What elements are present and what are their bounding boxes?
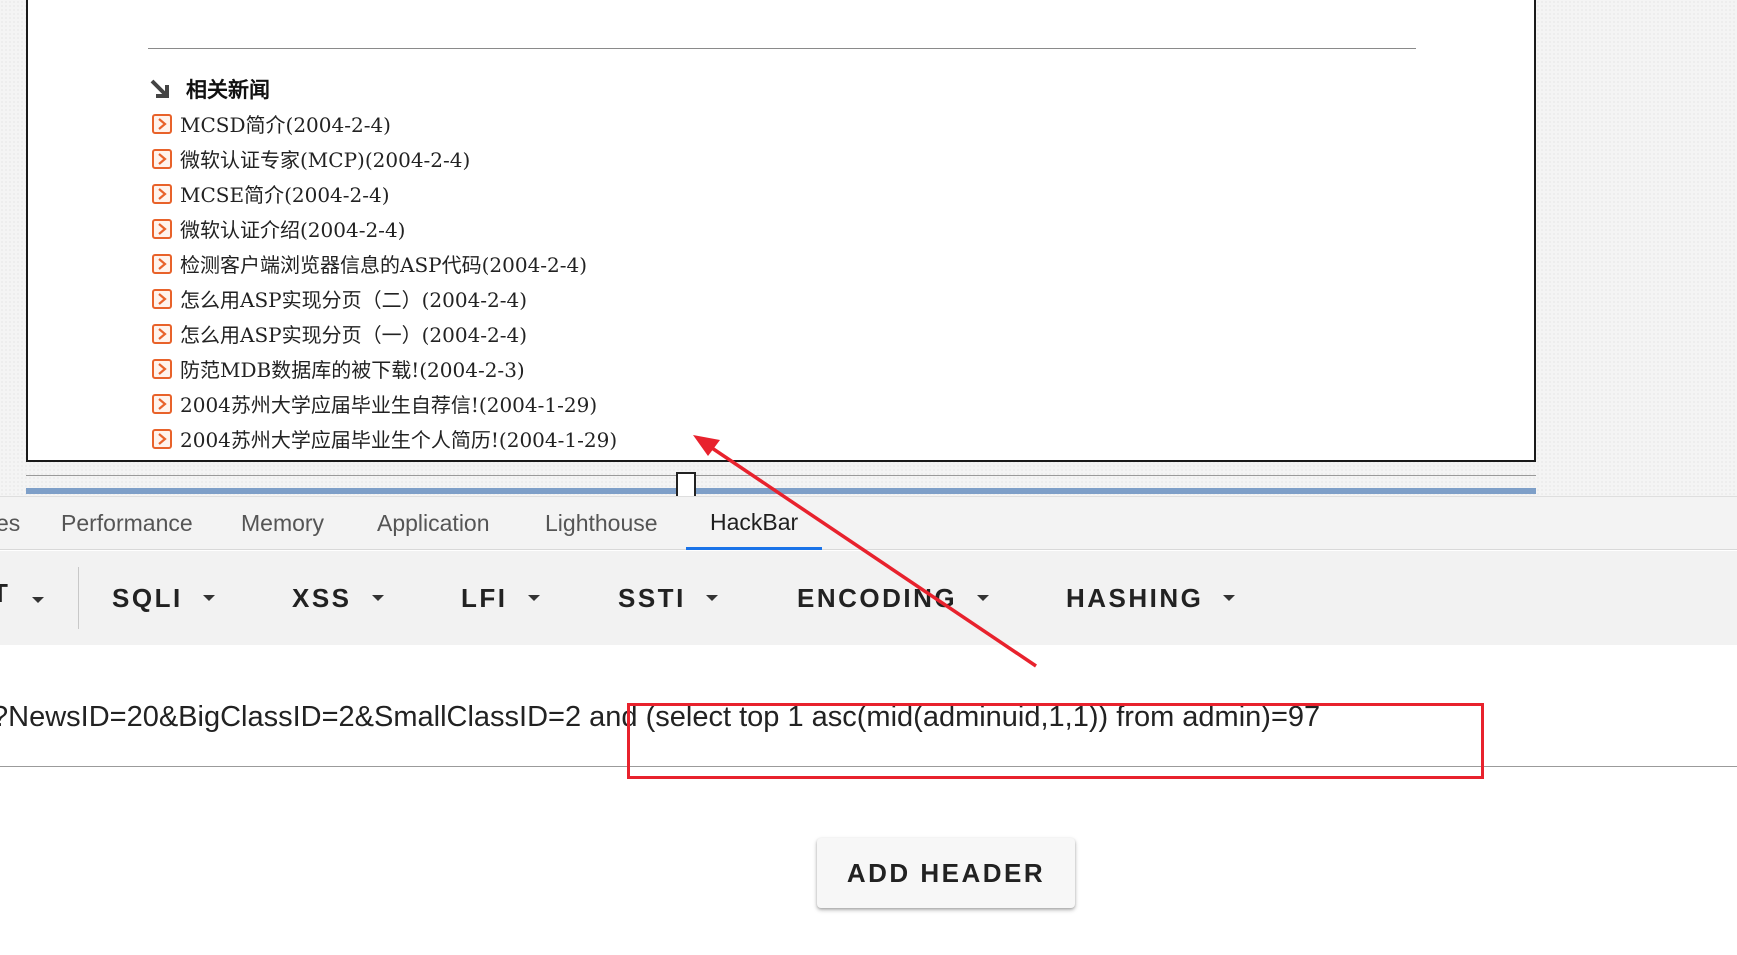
tab-performance[interactable]: Performance [61,497,193,550]
devtools-resize-handle[interactable] [676,472,696,496]
url-field-underline [0,766,1737,767]
news-list-item[interactable]: 微软认证介绍(2004-2-4) [152,211,617,246]
page-separator-line [26,475,1536,476]
orange-arrow-bullet-icon [152,113,172,134]
hackbar-toolbar: T SQLI XSS LFI SSTI ENCODING HASHING [0,551,1737,645]
xss-menu-label: XSS [292,582,352,613]
chevron-down-icon [705,595,718,601]
news-link[interactable]: MCSD简介(2004-2-4) [180,109,391,138]
news-link[interactable]: 防范MDB数据库的被下载!(2004-2-3) [180,354,525,383]
news-list-item[interactable]: MCSD简介(2004-2-4) [152,106,617,141]
tab-lighthouse[interactable]: Lighthouse [545,497,658,550]
tab-application[interactable]: Application [377,497,490,550]
tab-hackbar[interactable]: HackBar [686,497,823,550]
news-link[interactable]: 微软认证介绍(2004-2-4) [180,214,405,243]
chevron-down-icon[interactable] [32,597,44,603]
news-list-item[interactable]: 防范MDB数据库的被下载!(2004-2-3) [152,351,617,386]
down-right-arrow-icon [150,79,169,98]
toolbar-separator [78,567,79,629]
news-link[interactable]: MCSE简介(2004-2-4) [180,179,390,208]
orange-arrow-bullet-icon [152,358,172,379]
news-link[interactable]: 微软认证专家(MCP)(2004-2-4) [180,144,470,173]
news-list-item[interactable]: 2004苏州大学应届毕业生自荐信!(2004-1-29) [152,386,617,421]
hashing-menu-label: HASHING [1066,582,1204,613]
orange-arrow-bullet-icon [152,393,172,414]
hashing-menu-button[interactable]: HASHING [1066,551,1236,645]
news-link[interactable]: 检测客户端浏览器信息的ASP代码(2004-2-4) [180,249,587,278]
url-field[interactable]: ?NewsID=20&BigClassID=2&SmallClassID=2 a… [0,645,1737,767]
news-list-item[interactable]: 2004苏州大学应届毕业生个人简历!(2004-1-29) [152,421,617,456]
orange-arrow-bullet-icon [152,323,172,344]
devtools-tab-bar: es Performance Memory Application Lighth… [0,496,1737,550]
toolbar-menu-partial[interactable]: T [0,578,8,609]
tab-sources[interactable]: es [0,497,20,550]
lfi-menu-button[interactable]: LFI [461,551,540,645]
chevron-down-icon [202,595,215,601]
sql-injection-payload: and (select top 1 asc(mid(adminuid,1,1))… [589,701,1321,733]
url-query-prefix: ?NewsID=20&BigClassID=2&SmallClassID=2 [0,701,590,733]
xss-menu-button[interactable]: XSS [292,551,384,645]
news-list-item[interactable]: 微软认证专家(MCP)(2004-2-4) [152,141,617,176]
news-list-item[interactable]: 怎么用ASP实现分页（二）(2004-2-4) [152,281,617,316]
orange-arrow-bullet-icon [152,288,172,309]
sqli-menu-button[interactable]: SQLI [112,551,215,645]
sqli-menu-label: SQLI [112,582,183,613]
chevron-down-icon [977,595,990,601]
related-news-list: MCSD简介(2004-2-4) 微软认证专家(MCP)(2004-2-4) M… [152,106,617,456]
tab-memory[interactable]: Memory [241,497,324,550]
orange-arrow-bullet-icon [152,428,172,449]
orange-arrow-bullet-icon [152,218,172,239]
news-link[interactable]: 怎么用ASP实现分页（一）(2004-2-4) [180,319,527,348]
page-footer-bar [26,488,1536,494]
encoding-menu-label: ENCODING [797,582,958,613]
news-link[interactable]: 2004苏州大学应届毕业生个人简历!(2004-1-29) [180,424,617,453]
encoding-menu-button[interactable]: ENCODING [797,551,990,645]
content-divider [148,48,1416,49]
webpage-viewport: 相关新闻 MCSD简介(2004-2-4) 微软认证专家(MCP)(2004-2… [0,0,1737,496]
news-link[interactable]: 2004苏州大学应届毕业生自荐信!(2004-1-29) [180,389,597,418]
add-header-button[interactable]: ADD HEADER [817,838,1075,908]
chevron-down-icon [1223,595,1236,601]
news-content-box: 相关新闻 MCSD简介(2004-2-4) 微软认证专家(MCP)(2004-2… [26,0,1536,462]
news-link[interactable]: 怎么用ASP实现分页（二）(2004-2-4) [180,284,527,313]
news-list-item[interactable]: 检测客户端浏览器信息的ASP代码(2004-2-4) [152,246,617,281]
related-news-title: 相关新闻 [186,77,270,102]
chevron-down-icon [527,595,540,601]
orange-arrow-bullet-icon [152,183,172,204]
related-news-header: 相关新闻 [148,74,270,104]
url-input-text[interactable]: ?NewsID=20&BigClassID=2&SmallClassID=2 a… [0,701,1320,734]
news-list-item[interactable]: 怎么用ASP实现分页（一）(2004-2-4) [152,316,617,351]
orange-arrow-bullet-icon [152,148,172,169]
ssti-menu-button[interactable]: SSTI [618,551,718,645]
chevron-down-icon [371,595,384,601]
ssti-menu-label: SSTI [618,582,686,613]
orange-arrow-bullet-icon [152,253,172,274]
lfi-menu-label: LFI [461,582,508,613]
news-list-item[interactable]: MCSE简介(2004-2-4) [152,176,617,211]
